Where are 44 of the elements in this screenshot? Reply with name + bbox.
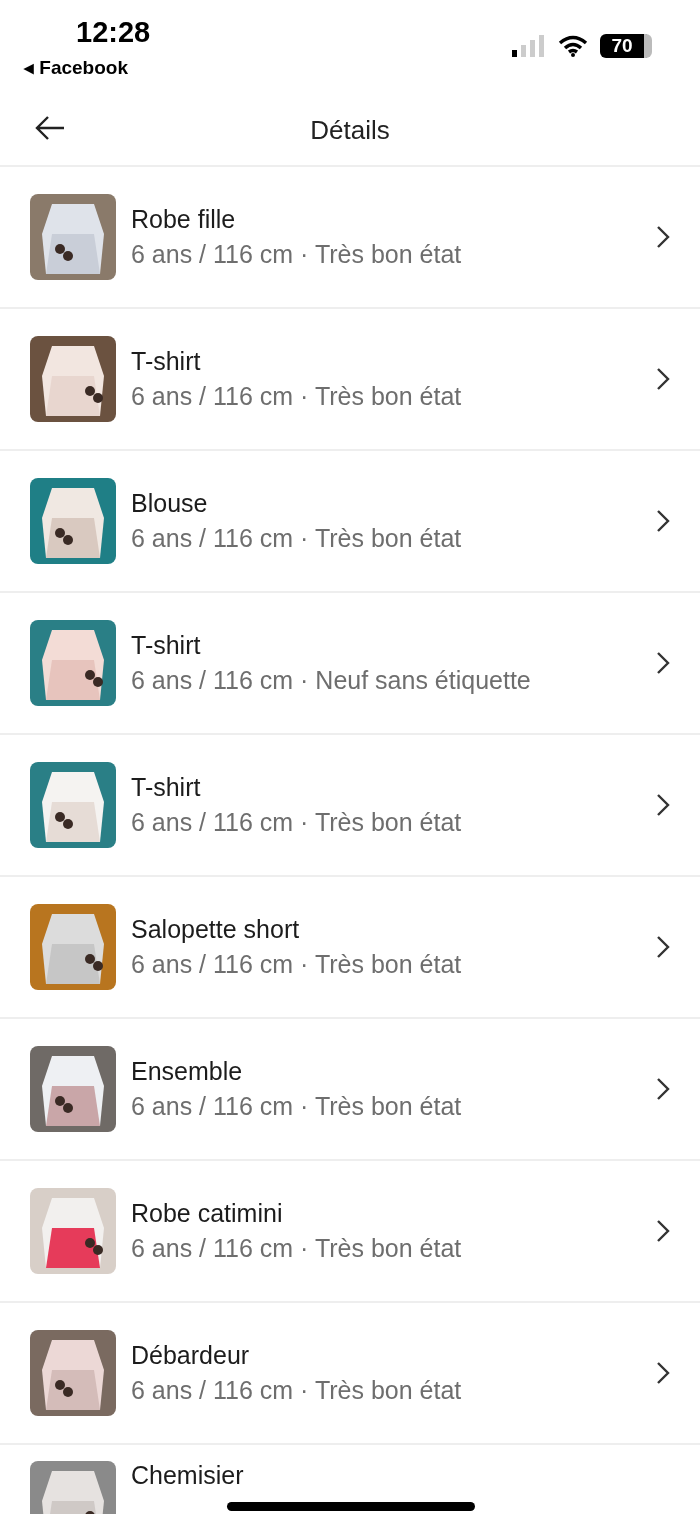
item-details: 6 ans / 116 cm · Très bon état [131,1376,463,1405]
item-title: Salopette short [131,915,301,944]
signal-icon [512,35,546,57]
chevron-icon [656,1219,670,1243]
chevron-icon [656,1361,670,1385]
back-arrow-icon [34,115,66,141]
list-item[interactable]: Blouse 6 ans / 116 cm · Très bon état [0,451,700,593]
chevron-icon [656,509,670,533]
item-details: 6 ans / 116 cm · Très bon état [131,382,463,411]
list-item[interactable]: T-shirt 6 ans / 116 cm · Très bon état [0,735,700,877]
item-title: Robe catimini [131,1199,284,1228]
chevron-icon [656,651,670,675]
item-title: Chemisier [131,1461,245,1490]
item-title: T-shirt [131,631,202,660]
item-title: Débardeur [131,1341,251,1370]
item-title: Blouse [131,489,209,518]
chevron-icon [656,367,670,391]
item-title: T-shirt [131,773,202,802]
chevron-icon [656,793,670,817]
item-details: 6 ans / 116 cm · Très bon état [131,1092,463,1121]
list-item[interactable]: Débardeur 6 ans / 116 cm · Très bon état [0,1303,700,1445]
item-details: 6 ans / 116 cm · Très bon état [131,950,463,979]
item-details: 6 ans / 116 cm · Très bon état [131,808,463,837]
item-title: T-shirt [131,347,202,376]
item-title: Robe fille [131,205,237,234]
item-title: Ensemble [131,1057,244,1086]
list-item[interactable]: Ensemble 6 ans / 116 cm · Très bon état [0,1019,700,1161]
chevron-icon [656,1077,670,1101]
back-to-app-link[interactable]: ◂ Facebook [24,56,128,79]
battery-level: 70 [600,34,652,58]
wifi-icon [558,35,588,57]
page-title: Détails [310,114,390,146]
list-item[interactable]: Robe catimini 6 ans / 116 cm · Très bon état [0,1161,700,1303]
item-details: 6 ans / 116 cm · Très bon état [131,524,463,553]
chevron-icon [656,935,670,959]
item-details: 6 ans / 116 cm · Très bon état [131,1234,463,1263]
list-item[interactable]: T-shirt 6 ans / 116 cm · Neuf sans étiquette [0,593,700,735]
clock: 12:28 [76,16,151,49]
chevron-icon [656,225,670,249]
item-details: 6 ans / 116 cm · Neuf sans étiquette [131,666,532,695]
item-details: 6 ans / 116 cm · Très bon état [131,240,463,269]
list-item[interactable]: T-shirt 6 ans / 116 cm · Très bon état [0,309,700,451]
list-item[interactable]: Robe fille 6 ans / 116 cm · Très bon état [0,167,700,309]
list-item[interactable]: Salopette short 6 ans / 116 cm · Très bon état [0,877,700,1019]
